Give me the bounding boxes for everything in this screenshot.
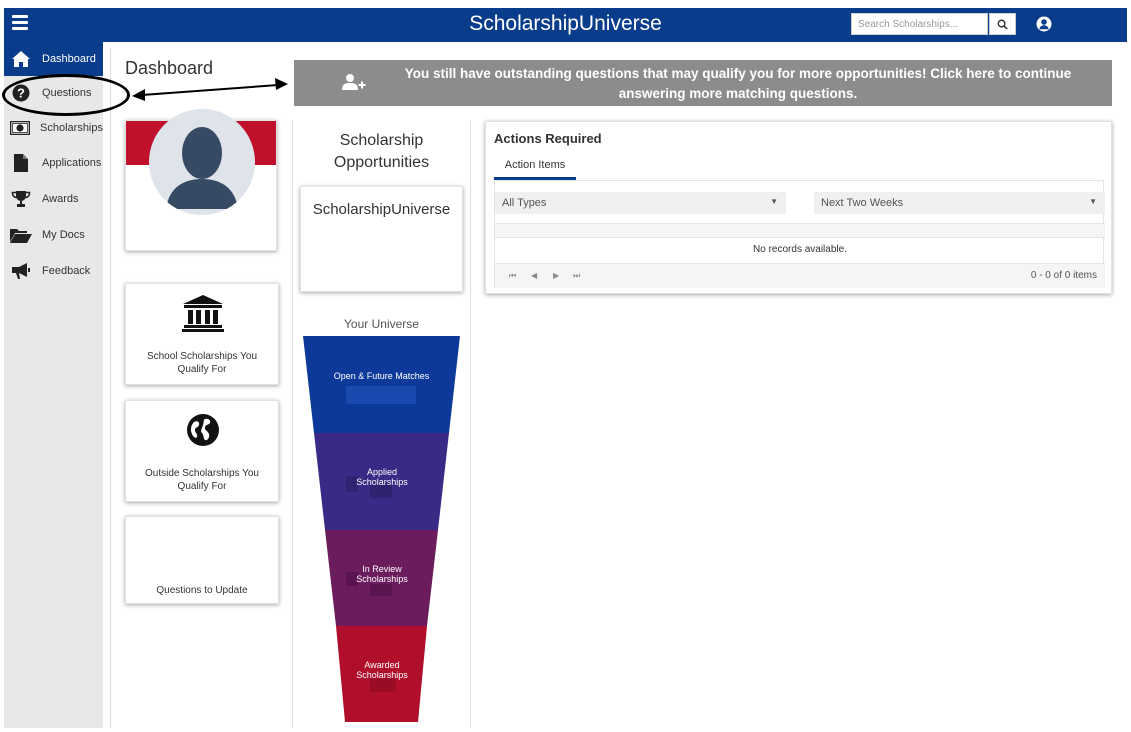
sidebar-item-my-docs[interactable]: My Docs [4, 218, 103, 252]
pager-info: 0 - 0 of 0 items [1030, 270, 1097, 281]
funnel-label-in-review[interactable]: In Review Scholarships [351, 564, 413, 584]
megaphone-icon [12, 263, 30, 279]
prev-page-icon[interactable]: ◀ [531, 271, 537, 280]
sidebar-item-awards[interactable]: Awards [4, 182, 103, 216]
first-page-icon[interactable]: ⏮ [509, 271, 516, 281]
trophy-icon [11, 191, 31, 207]
next-page-icon[interactable]: ▶ [553, 271, 559, 280]
last-page-icon[interactable]: ⏭ [573, 271, 580, 281]
page-title: Dashboard [125, 58, 214, 78]
search-input[interactable] [851, 13, 988, 35]
money-icon [10, 121, 30, 135]
sidebar-item-dashboard[interactable]: Dashboard [4, 42, 103, 76]
sidebar-item-label: Applications [42, 157, 102, 169]
scholarship-universe-card-label: ScholarshipUniverse [312, 201, 451, 218]
outside-scholarships-tile[interactable]: Outside Scholarships You Qualify For [125, 400, 279, 502]
actions-required-title: Actions Required [494, 131, 602, 146]
date-range-value: Next Two Weeks [821, 197, 904, 209]
question-circle-icon: ? [12, 84, 30, 102]
tab-action-items[interactable]: Action Items [494, 152, 576, 180]
actions-required-panel: Actions Required Action Items All Types … [485, 121, 1112, 294]
grid-header [495, 223, 1105, 238]
home-icon [12, 51, 30, 67]
action-items-grid: All Types ▼ Next Two Weeks ▼ No records … [494, 180, 1105, 288]
chevron-down-icon: ▼ [770, 197, 778, 206]
sidebar-item-label: Questions [42, 87, 92, 99]
sidebar-item-label: My Docs [42, 229, 85, 241]
scholarship-universe-card[interactable]: ScholarshipUniverse [300, 186, 463, 292]
school-scholarships-tile[interactable]: School Scholarships You Qualify For [125, 283, 279, 385]
svg-text:?: ? [17, 86, 25, 101]
banner-text: You still have outstanding questions tha… [404, 66, 1072, 101]
sidebar: Dashboard ? Questions Scholarships Appli… [4, 42, 103, 728]
your-universe-label: Your Universe [344, 317, 419, 331]
file-icon [14, 154, 28, 172]
folder-open-icon [10, 229, 32, 243]
grid-pager: ⏮ ◀ ▶ ⏭ 0 - 0 of 0 items [495, 263, 1105, 288]
date-range-select[interactable]: Next Two Weeks ▼ [814, 192, 1105, 214]
sidebar-item-feedback[interactable]: Feedback [4, 254, 103, 288]
funnel-label-awarded[interactable]: Awarded Scholarships [351, 660, 413, 680]
tile-label: Outside Scholarships You Qualify For [145, 468, 259, 492]
profile-card[interactable] [125, 109, 277, 251]
tile-label: Questions to Update [156, 585, 248, 596]
funnel-label-open[interactable]: Open & Future Matches [305, 371, 458, 381]
user-silhouette-icon [166, 127, 238, 209]
sidebar-item-applications[interactable]: Applications [4, 146, 103, 180]
type-filter-select[interactable]: All Types ▼ [495, 192, 786, 214]
add-user-icon [342, 74, 366, 90]
page: ScholarshipUniverse Dashboard ? Question… [0, 0, 1131, 732]
tile-label: School Scholarships You Qualify For [146, 351, 258, 375]
scholarship-opportunities-title: Scholarship Opportunities [333, 132, 430, 171]
search-icon [997, 19, 1008, 30]
funnel-count-placeholder [370, 678, 396, 692]
avatar [149, 109, 255, 215]
questions-to-update-tile[interactable]: Questions to Update [125, 516, 279, 604]
search-box [851, 13, 1016, 35]
funnel-count-placeholder [346, 386, 416, 404]
type-filter-value: All Types [502, 197, 547, 209]
funnel-label-applied[interactable]: Applied Scholarships [351, 467, 413, 487]
no-records-message: No records available. [753, 244, 847, 255]
sidebar-item-label: Awards [42, 193, 79, 205]
sidebar-item-label: Feedback [42, 265, 91, 277]
sidebar-item-questions[interactable]: ? Questions [4, 76, 103, 110]
funnel-segment-open[interactable] [303, 336, 460, 433]
institution-icon [182, 295, 224, 332]
top-bar: ScholarshipUniverse [4, 8, 1127, 42]
sidebar-item-label: Dashboard [42, 53, 96, 65]
hamburger-menu-icon[interactable] [12, 15, 28, 30]
search-button[interactable] [989, 13, 1016, 35]
chevron-down-icon: ▼ [1089, 197, 1097, 206]
globe-icon [187, 414, 219, 446]
sidebar-item-scholarships[interactable]: Scholarships [4, 111, 103, 145]
sidebar-item-label: Scholarships [40, 122, 103, 134]
funnel-count-placeholder [370, 584, 392, 596]
user-account-icon[interactable] [1036, 16, 1052, 32]
outstanding-questions-banner[interactable]: You still have outstanding questions tha… [294, 60, 1112, 106]
